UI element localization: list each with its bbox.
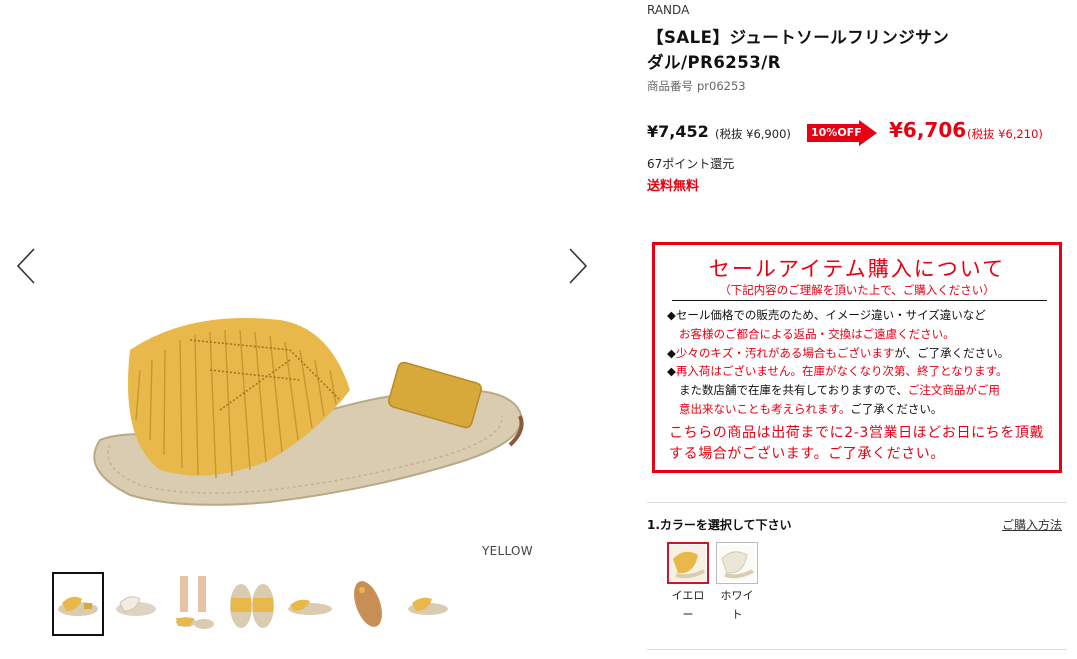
thumbnail-2[interactable]	[110, 572, 162, 636]
section-divider	[647, 649, 1067, 650]
thumbnail-5[interactable]	[284, 572, 336, 636]
gallery-prev-button[interactable]	[12, 246, 42, 286]
original-price-tax: (税抜 ¥6,900)	[715, 127, 791, 141]
sale-notice-box: セールアイテム購入について （下記内容のご理解を頂いた上で、ご購入ください） ◆…	[652, 242, 1062, 473]
gallery-next-button[interactable]	[562, 246, 592, 286]
sale-notice-lines: ◆セール価格での販売のため、イメージ違い・サイズ違いなど お客様のご都合による返…	[667, 306, 1052, 419]
product-code: 商品番号 pr06253	[647, 78, 746, 94]
thumbnail-6[interactable]	[342, 572, 394, 636]
thumbnail-3[interactable]	[168, 572, 220, 636]
notice-line: ◆セール価格での販売のため、イメージ違い・サイズ違いなど	[667, 308, 986, 322]
notice-line: お客様のご都合による返品・交換はご遠慮ください。	[679, 326, 955, 341]
thumbnail-4[interactable]	[226, 572, 278, 636]
section-divider	[647, 502, 1067, 503]
color-swatch-yellow[interactable]	[667, 542, 709, 584]
brand-name[interactable]: RANDA	[647, 3, 689, 17]
main-product-image	[40, 240, 560, 540]
sale-price: ¥6,706	[889, 118, 967, 142]
gallery-color-caption: YELLOW	[482, 544, 533, 558]
sale-notice-title: セールアイテム購入について	[708, 257, 1006, 281]
color-swatch-white[interactable]	[716, 542, 758, 584]
thumbnail-strip	[52, 572, 452, 636]
discount-badge-label: 10%OFF	[811, 126, 862, 139]
price-row: ¥7,452 (税抜 ¥6,900) 10%OFF ¥6,706 (税抜 ¥6,…	[647, 118, 1067, 148]
product-gallery: YELLOW	[0, 0, 600, 659]
notice-line: ◆少々のキズ・汚れがある場合もございますが、ご了承ください。	[667, 345, 1010, 360]
color-select-label: 1.カラーを選択して下さい	[647, 518, 792, 532]
how-to-buy-link[interactable]: ご購入方法	[1002, 516, 1062, 533]
color-swatch-label: ホワイト	[720, 589, 754, 621]
chevron-right-icon	[569, 248, 588, 284]
sale-notice-divider	[672, 300, 1047, 301]
sale-price-tax: (税抜 ¥6,210)	[967, 127, 1043, 141]
discount-badge: 10%OFF	[807, 120, 877, 146]
notice-line: 意出来ないことも考えられます。ご了承ください。	[679, 401, 943, 416]
original-price: ¥7,452	[647, 122, 709, 141]
points-return: 67ポイント還元	[647, 157, 735, 171]
thumbnail-7[interactable]	[400, 572, 452, 636]
product-title: 【SALE】ジュートソールフリンジサンダル/PR6253/R	[647, 28, 950, 72]
thumbnail-1[interactable]	[52, 572, 104, 636]
chevron-left-icon	[16, 248, 35, 284]
notice-line: ◆再入荷はございません。在庫がなくなり次第、終了となります。	[667, 364, 1008, 379]
sale-notice-subtitle: （下記内容のご理解を頂いた上で、ご購入ください）	[719, 283, 995, 297]
notice-line: また数店舗で在庫を共有しておりますので、ご注文商品がご用	[679, 383, 1000, 398]
product-code-value: pr06253	[697, 79, 746, 93]
sale-notice-footer: こちらの商品は出荷までに2-3営業日ほどお日にちを頂戴する場合がございます。ご了…	[669, 425, 1045, 462]
free-shipping-label: 送料無料	[647, 179, 700, 194]
product-code-label: 商品番号	[647, 79, 693, 93]
color-swatch-label: イエロー	[671, 589, 705, 621]
